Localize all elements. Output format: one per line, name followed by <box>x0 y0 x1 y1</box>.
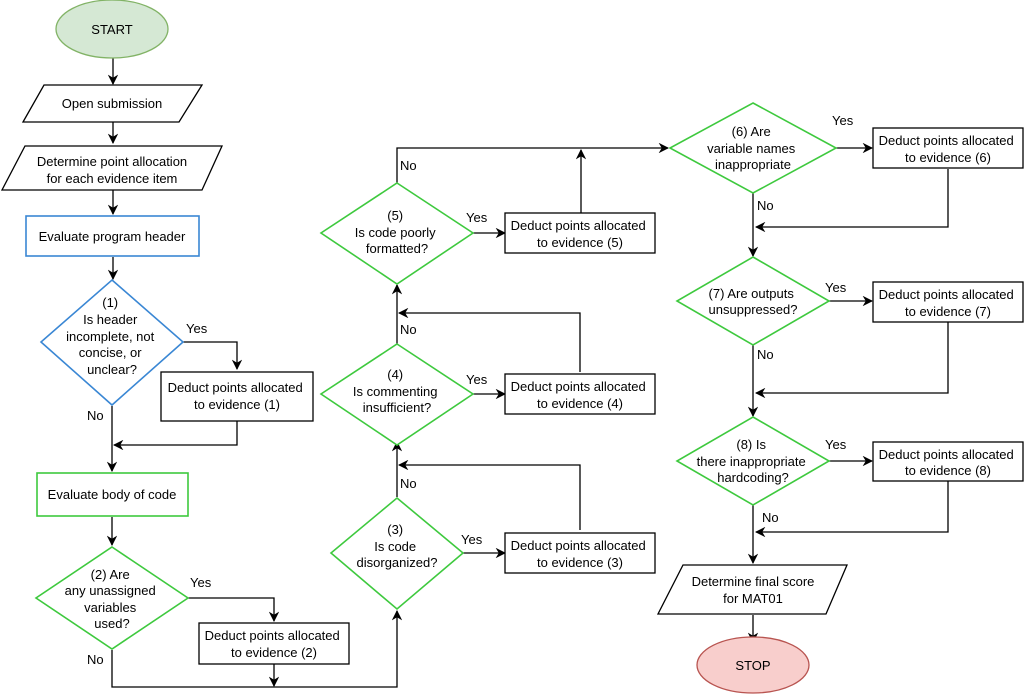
determine-allocation-line-2: for each evidence item <box>47 171 178 186</box>
yes-label-2: Yes <box>190 575 212 590</box>
decision-6: (6) Are variable names inappropriate <box>668 102 838 194</box>
determine-allocation-node: Determine point allocation for each evid… <box>0 145 224 191</box>
yes-label-4: Yes <box>466 372 488 387</box>
edge-d5-no <box>396 142 670 183</box>
no-label-5: No <box>400 158 417 173</box>
edge-ded1-merge <box>112 421 238 451</box>
yes-label-6: Yes <box>832 113 854 128</box>
deduct-box-8: Deduct points allocated to evidence (8) <box>872 441 1024 482</box>
deduct-box-4: Deduct points allocated to evidence (4) <box>504 373 656 415</box>
decision-7-text: (7) Are outputs unsuppressed? <box>709 286 798 317</box>
edge-ded7-merge <box>754 322 949 399</box>
decision-7: (7) Are outputs unsuppressed? <box>675 256 831 346</box>
evaluate-header-node: Evaluate program header <box>25 215 200 257</box>
decision-8: (8) Is there inappropriate hardcoding? <box>675 416 831 506</box>
final-score-line-1: Determine final score <box>692 574 815 589</box>
determine-allocation-line-1: Determine point allocation <box>37 154 187 169</box>
start-label: START <box>91 22 132 37</box>
decision-3: (3) Is code disorganized? <box>329 496 465 611</box>
stop-label: STOP <box>735 658 770 673</box>
no-label-8: No <box>762 510 779 525</box>
yes-label-3: Yes <box>461 532 483 547</box>
no-label-1: No <box>87 408 104 423</box>
no-label-3: No <box>400 476 417 491</box>
deduct-box-6: Deduct points allocated to evidence (6) <box>872 127 1024 169</box>
edge-ded8-merge <box>754 481 949 538</box>
yes-label-1: Yes <box>186 321 208 336</box>
decision-5: (5) Is code poorly formatted? <box>319 182 475 285</box>
start-node: START <box>55 0 169 59</box>
stop-node: STOP <box>696 636 810 694</box>
yes-label-8: Yes <box>825 437 847 452</box>
yes-label-5: Yes <box>466 210 488 225</box>
open-submission-node: Open submission <box>21 84 204 123</box>
deduct-box-3: Deduct points allocated to evidence (3) <box>504 532 656 574</box>
no-label-4: No <box>400 322 417 337</box>
edge-d1-yes <box>183 341 243 371</box>
evaluate-body-label: Evaluate body of code <box>48 487 177 502</box>
final-score-node: Determine final score for MAT01 <box>656 564 848 615</box>
edge-ded3-merge <box>397 459 581 530</box>
deduct-box-2: Deduct points allocated to evidence (2) <box>198 622 350 665</box>
no-label-7: No <box>757 347 774 362</box>
deduct-box-1: Deduct points allocated to evidence (1) <box>160 371 314 422</box>
evaluate-body-node: Evaluate body of code <box>36 472 189 517</box>
flowchart: Yes No Yes No Yes No Yes No Yes No Yes N… <box>0 0 1024 694</box>
open-submission-label: Open submission <box>62 96 162 111</box>
edge-d2-yes <box>188 597 280 623</box>
no-label-6: No <box>757 198 774 213</box>
no-label-2: No <box>87 652 104 667</box>
deduct-box-5: Deduct points allocated to evidence (5) <box>504 212 656 254</box>
final-score-line-2: for MAT01 <box>723 591 783 606</box>
deduct-box-7: Deduct points allocated to evidence (7) <box>872 281 1024 323</box>
evaluate-header-label: Evaluate program header <box>39 229 186 244</box>
decision-2: (2) Are any unassigned variables used? <box>34 546 190 650</box>
edge-ded6-merge <box>754 169 949 233</box>
decision-4: (4) Is commenting insufficient? <box>319 343 475 446</box>
yes-label-7: Yes <box>825 280 847 295</box>
